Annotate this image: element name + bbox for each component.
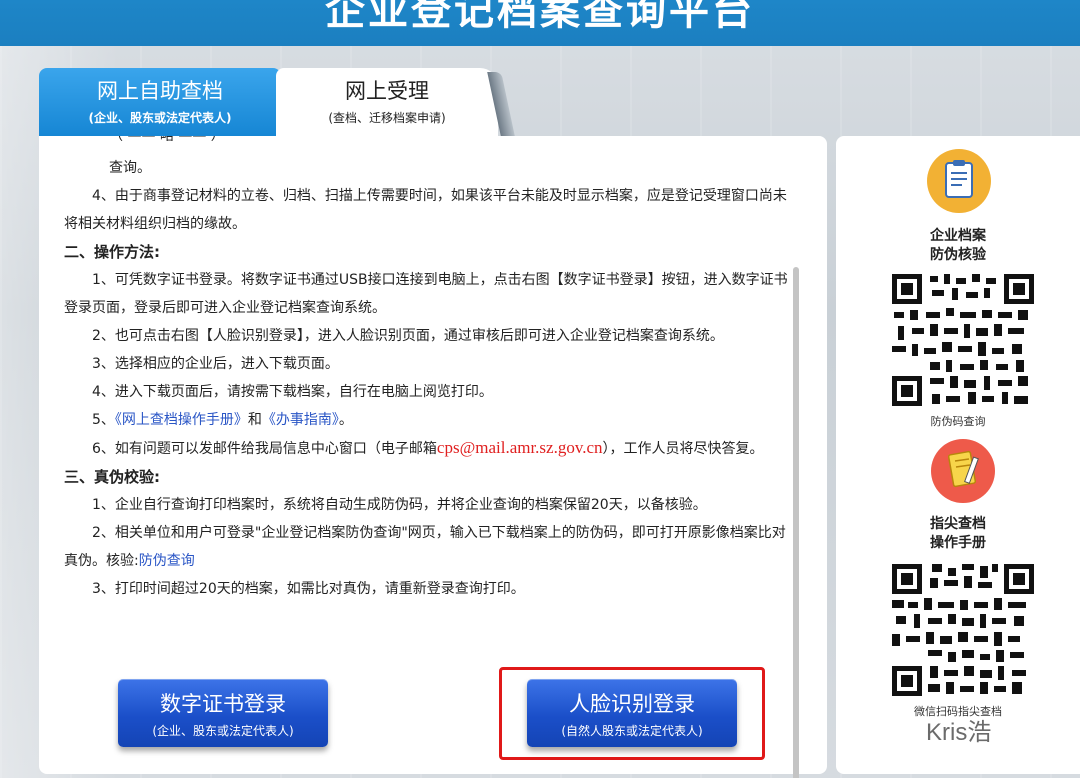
verification-item-2: 2、相关单位和用户可登录"企业登记档案防伪查询"网页，输入已下载档案上的防伪码，… bbox=[64, 519, 789, 575]
tab-label: 网上自助查档 bbox=[97, 79, 223, 103]
side-item1-title-2: 防伪核验 bbox=[930, 247, 986, 263]
side-item2-title-2: 操作手册 bbox=[930, 535, 986, 551]
clipped-line: （ —— 略 —— ） bbox=[109, 136, 225, 144]
verification-item-3: 3、打印时间超过20天的档案，如需比对真伪，请重新登录查询打印。 bbox=[92, 581, 525, 597]
verification-item-1: 1、企业自行查询打印档案时，系统将自动生成防伪码，并将企业查询的档案保留20天，… bbox=[92, 497, 707, 513]
operation-item-2: 2、也可点击右图【人脸识别登录】，进入人脸识别页面，通过审核后即可进入企业登记档… bbox=[92, 328, 724, 344]
side-item1-caption: 防伪码查询 bbox=[930, 415, 986, 428]
side-item2-title: 指尖查档 bbox=[930, 516, 986, 532]
operation-item-6: 6、如有问题可以发邮件给我局信息中心窗口（电子邮箱cps@mail.amr.sz… bbox=[64, 434, 789, 463]
manual-qr-code[interactable] bbox=[890, 562, 1036, 698]
button-label: 数字证书登录 bbox=[160, 692, 286, 716]
watermark: Kris浩 bbox=[926, 719, 992, 746]
op6-suffix: ），工作人员将尽快答复。 bbox=[602, 441, 764, 457]
operation-item-4: 4、进入下载页面后，请按需下载档案，自行在电脑上阅览打印。 bbox=[92, 384, 493, 400]
operation-item-1: 1、可凭数字证书登录。将数字证书通过USB接口连接到电脑上，点击右图【数字证书登… bbox=[64, 272, 788, 316]
tab-sublabel: (查档、迁移档案申请) bbox=[328, 111, 446, 125]
guide-link[interactable]: 《办事指南》 bbox=[262, 412, 339, 428]
page-title: 企业登记档案查询平台 bbox=[325, 0, 755, 34]
button-sublabel: (自然人股东或法定代表人) bbox=[561, 724, 703, 738]
anti-counterfeit-qr-code[interactable] bbox=[890, 272, 1036, 408]
op5-suffix: 。 bbox=[338, 412, 353, 428]
instructions-text: （ —— 略 —— ） 查询。 4、由于商事登记材料的立卷、归档、扫描上传需要时… bbox=[64, 136, 789, 656]
tab-sublabel: (企业、股东或法定代表人) bbox=[88, 111, 232, 125]
face-recognition-login-button[interactable]: 人脸识别登录 (自然人股东或法定代表人) bbox=[527, 679, 737, 747]
tab-online-acceptance[interactable]: 网上受理 (查档、迁移档案申请) bbox=[276, 68, 498, 136]
op5-prefix: 5、 bbox=[92, 412, 115, 428]
button-label: 人脸识别登录 bbox=[569, 692, 695, 716]
text-line: 查询。 bbox=[109, 160, 151, 176]
page-header: 企业登记档案查询平台 bbox=[0, 0, 1080, 46]
main-panel: （ —— 略 —— ） 查询。 4、由于商事登记材料的立卷、归档、扫描上传需要时… bbox=[39, 136, 827, 778]
email-address: cps@mail.amr.sz.gov.cn bbox=[436, 438, 603, 457]
tab-label: 网上受理 bbox=[345, 79, 429, 103]
manual-link[interactable]: 《网上查档操作手册》 bbox=[115, 412, 248, 428]
notebook-pencil-icon[interactable] bbox=[931, 439, 995, 503]
side-panel: 企业档案 防伪核验 防伪码查询 指尖查档 操作手册 微信扫码指尖查档 bbox=[836, 136, 1080, 774]
section-heading-operation: 二、操作方法: bbox=[64, 243, 160, 261]
digital-certificate-login-button[interactable]: 数字证书登录 (企业、股东或法定代表人) bbox=[118, 679, 328, 747]
document-clipboard-icon[interactable] bbox=[927, 149, 991, 213]
content-scrollbar[interactable] bbox=[793, 267, 799, 778]
op6-prefix: 6、如有问题可以发邮件给我局信息中心窗口（电子邮箱 bbox=[92, 441, 437, 457]
button-sublabel: (企业、股东或法定代表人) bbox=[152, 724, 294, 738]
anti-counterfeit-query-link[interactable]: 防伪查询 bbox=[139, 553, 195, 569]
operation-item-3: 3、选择相应的企业后，进入下载页面。 bbox=[92, 356, 339, 372]
side-item1-title: 企业档案 bbox=[930, 228, 986, 244]
tab-self-service-query[interactable]: 网上自助查档 (企业、股东或法定代表人) bbox=[39, 68, 281, 136]
operation-item-5: 5、《网上查档操作手册》和《办事指南》。 bbox=[64, 406, 789, 434]
text-item-4: 4、由于商事登记材料的立卷、归档、扫描上传需要时间，如果该平台未能及时显示档案，… bbox=[64, 188, 787, 232]
op5-and: 和 bbox=[247, 412, 262, 428]
section-heading-verification: 三、真伪校验: bbox=[64, 468, 160, 486]
